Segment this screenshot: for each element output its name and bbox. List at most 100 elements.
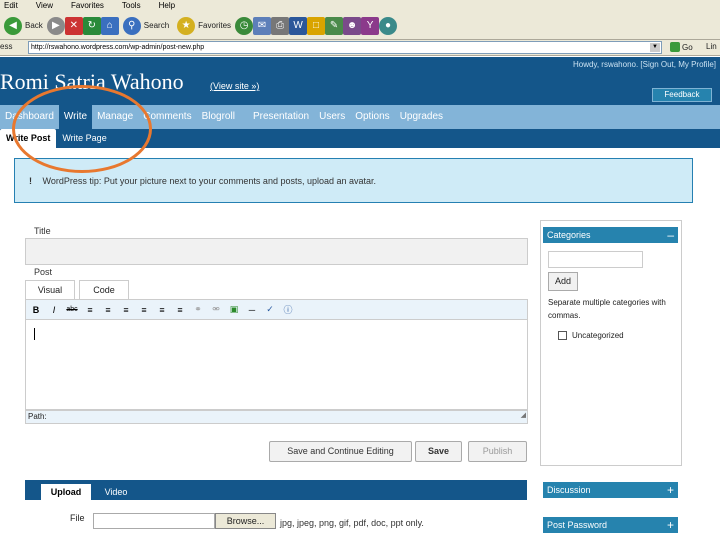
title-label: Title xyxy=(34,226,51,236)
menu-favorites[interactable]: Favorites xyxy=(71,0,104,12)
go-arrow-icon xyxy=(670,42,680,52)
tab-video[interactable]: Video xyxy=(91,484,141,500)
wp-header: Romi Satria Wahono (View site ») Howdy, … xyxy=(0,57,720,105)
menu-presentation[interactable]: Presentation xyxy=(248,105,314,129)
categories-header[interactable]: Categories – xyxy=(543,227,678,243)
feedback-button[interactable]: Feedback xyxy=(652,88,712,102)
search-button[interactable]: ⚲ Search xyxy=(122,16,169,35)
title-input[interactable] xyxy=(25,238,528,265)
print-icon[interactable]: ⎙ xyxy=(271,16,290,35)
image-icon[interactable]: ▣ xyxy=(228,304,240,316)
back-button[interactable]: ◀ Back xyxy=(4,16,43,35)
tab-upload[interactable]: Upload xyxy=(41,484,91,500)
url-dropdown-icon[interactable]: ▼ xyxy=(650,43,660,52)
star-icon: ★ xyxy=(177,16,196,35)
url-input[interactable]: http://rswahono.wordpress.com/wp-admin/p… xyxy=(28,41,662,54)
search-icon: ⚲ xyxy=(122,16,141,35)
save-button[interactable]: Save xyxy=(415,441,462,462)
align-center-icon[interactable]: ≡ xyxy=(156,304,168,316)
browser-toolbar: ◀ Back ▶ ✕ ↻ ⌂ ⚲ Search ★ Favorites ◷ ✉ … xyxy=(0,12,720,40)
post-password-header[interactable]: Post Password + xyxy=(543,517,678,533)
save-continue-button[interactable]: Save and Continue Editing xyxy=(269,441,412,462)
menu-upgrades[interactable]: Upgrades xyxy=(395,105,448,129)
numbered-list-icon[interactable]: ≡ xyxy=(102,304,114,316)
publish-button[interactable]: Publish xyxy=(468,441,527,462)
tip-mark: ! xyxy=(29,176,32,186)
address-bar: ess http://rswahono.wordpress.com/wp-adm… xyxy=(0,40,720,56)
file-input[interactable] xyxy=(93,513,215,529)
tip-banner: ! WordPress tip: Put your picture next t… xyxy=(14,158,693,203)
menu-edit[interactable]: Edit xyxy=(4,0,18,12)
menu-options[interactable]: Options xyxy=(350,105,394,129)
user-greeting[interactable]: Howdy, rswahono. [Sign Out, My Profile] xyxy=(573,60,716,69)
view-site-link[interactable]: (View site ») xyxy=(210,81,259,91)
checkbox-icon[interactable] xyxy=(558,331,567,340)
unlink-icon[interactable]: ⚮ xyxy=(210,304,222,316)
resize-handle-icon[interactable]: ◢ xyxy=(521,410,526,422)
spellcheck-icon[interactable]: ✓ xyxy=(264,304,276,316)
tip-text: WordPress tip: Put your picture next to … xyxy=(42,176,377,186)
bullet-list-icon[interactable]: ≡ xyxy=(84,304,96,316)
people-icon[interactable]: ● xyxy=(379,16,398,35)
path-bar: Path: ◢ xyxy=(25,410,528,424)
menu-tools[interactable]: Tools xyxy=(122,0,141,12)
browse-button[interactable]: Browse... xyxy=(215,513,276,529)
stop-icon[interactable]: ✕ xyxy=(64,16,83,35)
submenu-write-post[interactable]: Write Post xyxy=(0,129,57,148)
bold-icon[interactable]: B xyxy=(30,304,42,316)
links-label[interactable]: Lin xyxy=(706,42,717,51)
align-right-icon[interactable]: ≡ xyxy=(174,304,186,316)
category-hint: Separate multiple categories with commas… xyxy=(548,298,666,320)
site-title: Romi Satria Wahono xyxy=(0,69,184,94)
menu-comments[interactable]: Comments xyxy=(138,105,196,129)
word-icon[interactable]: W xyxy=(289,16,308,35)
file-types-hint: jpg, jpeg, png, gif, pdf, doc, ppt only. xyxy=(280,518,424,528)
address-label: ess xyxy=(0,42,13,51)
menu-dashboard[interactable]: Dashboard xyxy=(0,105,59,129)
messenger-icon[interactable]: ☻ xyxy=(343,16,362,35)
italic-icon[interactable]: I xyxy=(48,304,60,316)
history-icon[interactable]: ◷ xyxy=(235,16,254,35)
refresh-icon[interactable]: ↻ xyxy=(82,16,101,35)
menu-blogroll[interactable]: Blogroll xyxy=(197,105,240,129)
back-arrow-icon: ◀ xyxy=(4,16,22,35)
folder-icon[interactable]: □ xyxy=(307,16,326,35)
post-label: Post xyxy=(34,267,53,277)
expand-icon[interactable]: + xyxy=(667,482,674,498)
sub-menu: Write Post Write Page xyxy=(0,129,720,148)
file-label: File xyxy=(70,513,85,523)
admin-menu: Dashboard Write Manage Comments Blogroll… xyxy=(0,105,720,129)
link-icon[interactable]: ⚭ xyxy=(192,304,204,316)
research-icon[interactable]: ✎ xyxy=(325,16,344,35)
help-icon[interactable]: ⓘ xyxy=(282,304,294,316)
collapse-icon[interactable]: – xyxy=(667,227,674,243)
strikethrough-icon[interactable]: abc xyxy=(66,304,78,316)
home-icon[interactable]: ⌂ xyxy=(100,16,119,35)
more-tag-icon[interactable]: ─ xyxy=(246,304,258,316)
tab-visual[interactable]: Visual xyxy=(25,280,75,299)
menu-help[interactable]: Help xyxy=(159,0,175,12)
blockquote-icon[interactable]: ≡ xyxy=(120,304,132,316)
add-category-button[interactable]: Add xyxy=(548,272,578,291)
category-uncategorized[interactable]: Uncategorized xyxy=(558,331,624,340)
go-button[interactable]: Go xyxy=(670,42,693,52)
menu-view[interactable]: View xyxy=(36,0,53,12)
new-category-input[interactable] xyxy=(548,251,643,268)
discussion-header[interactable]: Discussion + xyxy=(543,482,678,498)
tab-code[interactable]: Code xyxy=(79,280,129,299)
favorites-button[interactable]: ★ Favorites xyxy=(177,16,231,35)
editor-toolbar: B I abc ≡ ≡ ≡ ≡ ≡ ≡ ⚭ ⚮ ▣ ─ ✓ ⓘ xyxy=(25,299,528,320)
align-left-icon[interactable]: ≡ xyxy=(138,304,150,316)
text-caret xyxy=(34,328,35,340)
post-content-editor[interactable] xyxy=(25,320,528,410)
yahoo-icon[interactable]: Y xyxy=(361,16,380,35)
upload-panel: Upload Video xyxy=(25,480,527,500)
submenu-write-page[interactable]: Write Page xyxy=(56,129,112,148)
menu-manage[interactable]: Manage xyxy=(92,105,138,129)
expand-icon[interactable]: + xyxy=(667,517,674,533)
mail-icon[interactable]: ✉ xyxy=(253,16,272,35)
editor-tabs: Visual Code xyxy=(25,280,133,299)
menu-write[interactable]: Write xyxy=(58,105,93,129)
menu-users[interactable]: Users xyxy=(314,105,350,129)
forward-arrow-icon[interactable]: ▶ xyxy=(46,16,65,35)
